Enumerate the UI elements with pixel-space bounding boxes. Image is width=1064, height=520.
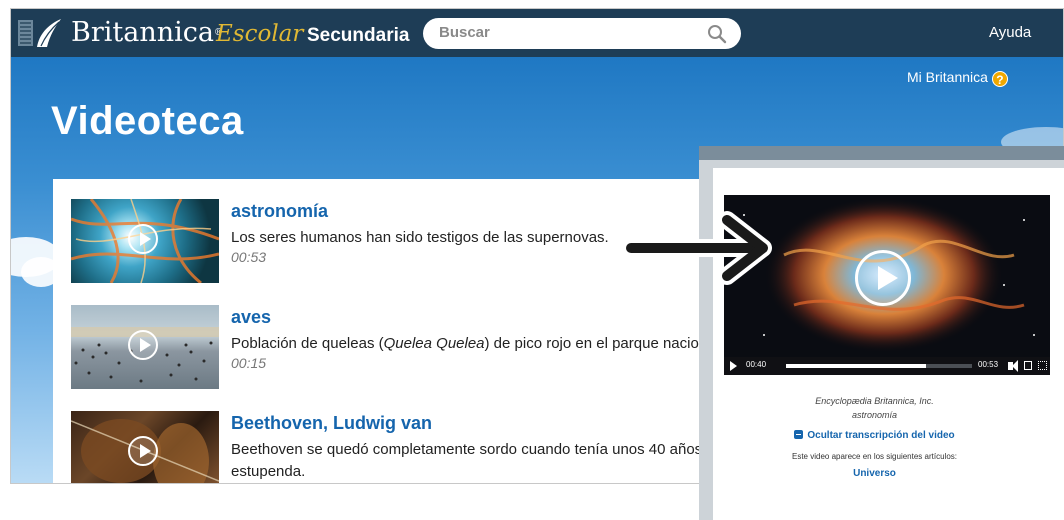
video-title-link[interactable]: aves — [231, 307, 271, 328]
video-description: Beethoven se quedó completamente sordo c… — [231, 441, 703, 480]
play-icon[interactable] — [855, 250, 911, 306]
captions-icon[interactable] — [1024, 361, 1032, 370]
video-popup-window: 00:40 00:53 Encyclopædia Britannica, Inc… — [699, 146, 1064, 520]
total-time: 00:53 — [978, 360, 999, 369]
play-pause-icon[interactable] — [730, 361, 737, 371]
my-britannica-label: Mi Britannica — [907, 69, 988, 85]
video-thumbnail[interactable] — [71, 411, 219, 483]
brand-name[interactable]: Britannica® — [71, 19, 223, 47]
video-credit: Encyclopædia Britannica, Inc. — [815, 396, 934, 406]
level-label: Secundaria — [307, 25, 410, 46]
video-title-link[interactable]: Beethoven, Ludwig van — [231, 413, 432, 434]
appears-in-label: Este video aparece en los siguientes art… — [792, 452, 957, 461]
page-title: Videoteca — [51, 99, 244, 143]
play-icon[interactable] — [128, 224, 158, 254]
video-duration: 00:53 — [231, 249, 267, 265]
player-controls: 00:40 00:53 — [724, 357, 1050, 375]
list-item[interactable]: Beethoven, Ludwig van Beethoven se quedó… — [71, 411, 751, 483]
search-icon[interactable] — [707, 24, 727, 44]
search-input[interactable]: Buscar — [439, 24, 490, 41]
current-time: 00:40 — [746, 360, 767, 369]
transcript-toggle[interactable]: Ocultar transcripción del video — [699, 430, 1050, 441]
play-icon[interactable] — [128, 330, 158, 360]
video-thumbnail[interactable] — [71, 199, 219, 283]
video-description: Población de queleas (Quelea Quelea) de … — [231, 335, 719, 352]
video-name: astronomía — [851, 410, 898, 420]
video-duration: 00:15 — [231, 355, 267, 371]
seek-bar-progress — [786, 364, 926, 368]
play-icon[interactable] — [128, 436, 158, 466]
search-box[interactable]: Buscar — [423, 18, 741, 49]
popup-header — [699, 146, 1064, 160]
seek-bar[interactable] — [786, 364, 972, 368]
my-britannica-link[interactable]: Mi Britannica? — [907, 69, 1008, 87]
volume-icon[interactable] — [1008, 360, 1018, 372]
help-circle-icon[interactable]: ? — [991, 71, 1008, 87]
fullscreen-icon[interactable] — [1038, 361, 1047, 370]
arrow-right-icon — [622, 211, 772, 285]
top-navigation-bar: Britannica® Escolar Secundaria Buscar Ay… — [11, 9, 1063, 57]
list-item[interactable]: aves Población de queleas (Quelea Quelea… — [71, 305, 751, 391]
help-link[interactable]: Ayuda — [989, 24, 1031, 41]
video-thumbnail[interactable] — [71, 305, 219, 389]
video-title-link[interactable]: astronomía — [231, 201, 328, 222]
britannica-logo-icon[interactable] — [17, 17, 63, 49]
brand-escolar: Escolar — [216, 21, 304, 47]
article-link[interactable]: Universo — [699, 468, 1050, 479]
minus-square-icon — [794, 430, 804, 439]
